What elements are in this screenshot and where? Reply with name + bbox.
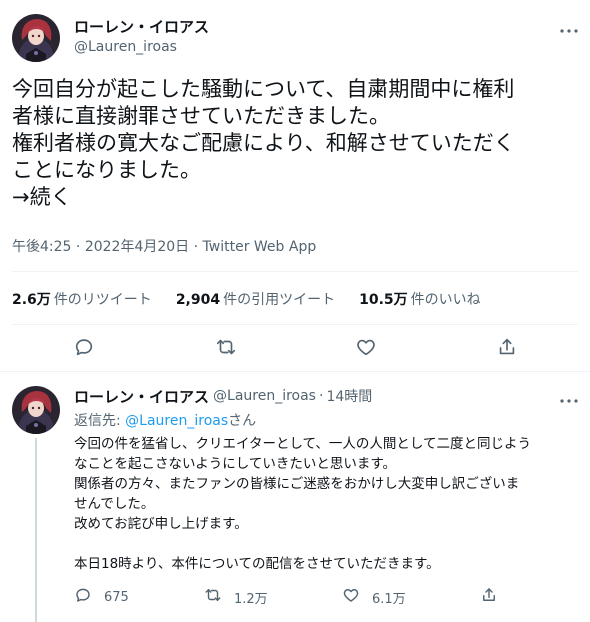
retweet-count-link[interactable]: 2.6万 件のリツイート xyxy=(12,289,152,309)
retweet-button[interactable] xyxy=(215,336,239,360)
author-name[interactable]: ローレン・イロアス xyxy=(74,386,209,407)
tweet-date[interactable]: 2022年4月20日 xyxy=(85,239,189,255)
tweet-text: 今回自分が起こした騒動について、自粛期間中に権利 者様に直接謝罪させていただきま… xyxy=(12,77,515,209)
share-icon xyxy=(496,338,518,362)
share-icon xyxy=(480,586,510,608)
tweet-actions xyxy=(12,336,578,360)
more-options-button[interactable] xyxy=(558,16,580,38)
like-count-link[interactable]: 10.5万 件のいいね xyxy=(359,289,481,309)
retweet-count: 1.2万 xyxy=(234,591,268,607)
tweet-stats: 2.6万 件のリツイート 2,904 件の引用ツイート 10.5万 件のいいね xyxy=(12,289,505,309)
reply-text: 今回の件を猛省し、クリエイターとして、一人の人間として二度と同じよう なことを起… xyxy=(74,436,531,572)
like-icon xyxy=(355,339,377,362)
stat-label: 件のいいね xyxy=(410,292,481,308)
reply-button[interactable]: 675 xyxy=(74,586,129,608)
like-button[interactable]: 6.1万 xyxy=(342,586,406,608)
divider xyxy=(12,271,578,272)
author-handle[interactable]: @Lauren_iroas xyxy=(74,39,177,55)
stat-label: 件のリツイート xyxy=(53,292,152,308)
reply-icon xyxy=(74,586,104,608)
reply-icon xyxy=(73,339,95,362)
avatar[interactable] xyxy=(12,14,60,62)
retweet-icon xyxy=(215,339,237,362)
avatar[interactable] xyxy=(12,386,60,434)
retweet-button[interactable]: 1.2万 xyxy=(204,586,268,608)
like-count: 6.1万 xyxy=(372,591,406,607)
stat-value: 10.5万 xyxy=(359,292,408,308)
divider xyxy=(12,324,578,325)
main-tweet: ローレン・イロアス @Lauren_iroas 今回自分が起こした騒動について、… xyxy=(0,0,590,372)
stat-value: 2,904 xyxy=(175,292,221,308)
mention-link[interactable]: @Lauren_iroas xyxy=(125,413,228,429)
more-icon xyxy=(560,18,578,37)
reply-header: ローレン・イロアス @Lauren_iroas · 14時間 xyxy=(74,386,372,406)
thread-line xyxy=(35,438,37,622)
tweet-time[interactable]: 14時間 xyxy=(326,386,372,406)
retweet-icon xyxy=(204,586,234,608)
reply-button[interactable] xyxy=(73,336,97,360)
author-handle[interactable]: @Lauren_iroas xyxy=(213,388,316,404)
like-button[interactable] xyxy=(355,336,379,360)
more-icon xyxy=(560,388,578,407)
share-button[interactable] xyxy=(480,586,510,608)
more-options-button[interactable] xyxy=(558,386,580,408)
meta-separator: · xyxy=(318,388,324,404)
reply-actions: 675 1.2万 6.1万 xyxy=(74,586,574,608)
replying-suffix: さん xyxy=(228,413,257,429)
tweet-meta: 午後4:25 · 2022年4月20日 · Twitter Web App xyxy=(12,236,316,256)
quote-count-link[interactable]: 2,904 件の引用ツイート xyxy=(176,289,335,309)
stat-value: 2.6万 xyxy=(12,292,51,308)
replying-prefix: 返信先: xyxy=(74,413,126,429)
replying-to: 返信先: @Lauren_iroasさん xyxy=(74,410,256,430)
tweet-time[interactable]: 午後4:25 xyxy=(12,239,71,255)
stat-label: 件の引用ツイート xyxy=(223,292,336,308)
reply-count: 675 xyxy=(104,589,129,605)
meta-separator: · xyxy=(75,239,81,255)
like-icon xyxy=(342,586,372,608)
share-button[interactable] xyxy=(496,336,520,360)
author-name[interactable]: ローレン・イロアス xyxy=(74,16,209,37)
tweet-source-app[interactable]: Twitter Web App xyxy=(203,239,317,255)
meta-separator: · xyxy=(193,239,199,255)
